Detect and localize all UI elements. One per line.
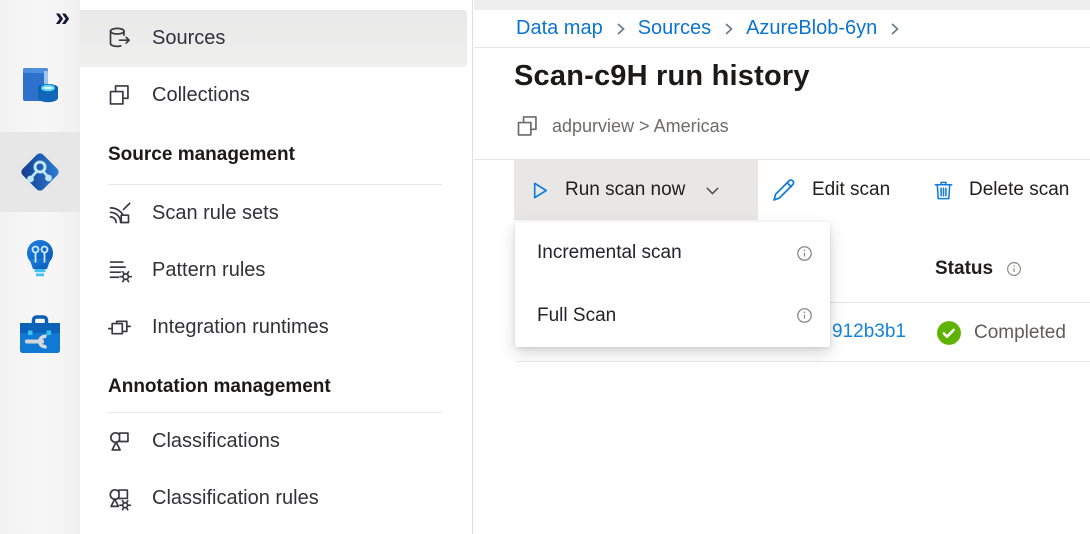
sidebar-item-pattern-rules[interactable]: Pattern rules bbox=[80, 242, 472, 299]
sidebar: Sources Collections Source management bbox=[80, 0, 473, 534]
breadcrumb-azureblob-6yn[interactable]: AzureBlob-6yn bbox=[746, 17, 877, 40]
run-scan-dropdown-menu: Incremental scan Full Scan bbox=[515, 222, 830, 347]
collection-path: adpurview > Americas bbox=[514, 112, 729, 140]
classifications-icon bbox=[105, 428, 133, 456]
page-title: Scan-c9H run history bbox=[514, 60, 810, 93]
menu-item-label: Incremental scan bbox=[537, 242, 682, 264]
status-column-header: Status bbox=[935, 258, 1023, 280]
chevron-right-icon bbox=[888, 19, 901, 39]
pencil-icon bbox=[770, 176, 798, 204]
data-map-icon bbox=[16, 148, 64, 196]
breadcrumb-sources[interactable]: Sources bbox=[638, 17, 711, 40]
sidebar-item-classifications[interactable]: Classifications bbox=[80, 413, 472, 470]
breadcrumb-data-map[interactable]: Data map bbox=[516, 17, 603, 40]
top-strip bbox=[474, 0, 1090, 10]
integration-runtimes-icon bbox=[105, 314, 133, 342]
sidebar-item-collections[interactable]: Collections bbox=[80, 67, 472, 124]
sidebar-item-sources[interactable]: Sources bbox=[80, 10, 467, 67]
run-status-label: Completed bbox=[974, 322, 1066, 344]
breadcrumb: Data map Sources AzureBlob-6yn bbox=[474, 10, 1090, 48]
info-icon[interactable] bbox=[795, 244, 814, 263]
management-icon bbox=[16, 313, 64, 361]
nav-data-catalog-button[interactable] bbox=[0, 46, 80, 126]
sidebar-item-label: Sources bbox=[152, 27, 225, 50]
insights-icon bbox=[16, 234, 64, 282]
collections-icon bbox=[105, 82, 133, 110]
sidebar-item-label: Collections bbox=[152, 84, 250, 107]
expand-rail-button[interactable]: » bbox=[55, 2, 68, 32]
classification-rules-icon bbox=[105, 485, 133, 513]
chevron-down-icon bbox=[702, 180, 723, 201]
sidebar-item-label: Classification rules bbox=[152, 487, 319, 510]
success-check-icon bbox=[936, 320, 962, 346]
delete-scan-label: Delete scan bbox=[969, 179, 1069, 201]
nav-management-button[interactable] bbox=[0, 297, 80, 377]
sidebar-item-classification-rules[interactable]: Classification rules bbox=[80, 470, 472, 527]
info-icon[interactable] bbox=[1005, 260, 1023, 278]
collections-icon bbox=[514, 113, 541, 140]
section-header-annotation-management: Annotation management bbox=[80, 374, 472, 400]
sidebar-item-label: Pattern rules bbox=[152, 259, 265, 282]
edit-scan-button[interactable]: Edit scan bbox=[770, 160, 890, 220]
edit-scan-label: Edit scan bbox=[812, 179, 890, 201]
sidebar-item-label: Scan rule sets bbox=[152, 202, 279, 225]
play-icon bbox=[528, 179, 551, 202]
sources-icon bbox=[105, 25, 133, 53]
sidebar-item-integration-runtimes[interactable]: Integration runtimes bbox=[80, 299, 472, 356]
nav-insights-button[interactable] bbox=[0, 218, 80, 298]
sidebar-item-label: Integration runtimes bbox=[152, 316, 329, 339]
nav-data-map-button[interactable] bbox=[0, 132, 80, 212]
run-scan-now-button[interactable]: Run scan now bbox=[514, 160, 758, 220]
sidebar-item-scan-rule-sets[interactable]: Scan rule sets bbox=[80, 185, 472, 242]
run-id-link[interactable]: 912b3b1 bbox=[832, 321, 906, 343]
collection-path-label: adpurview > Americas bbox=[552, 116, 729, 137]
delete-scan-button[interactable]: Delete scan bbox=[932, 160, 1069, 220]
left-rail: » bbox=[0, 0, 80, 534]
pattern-rules-icon bbox=[105, 257, 133, 285]
chevron-right-icon bbox=[722, 19, 735, 39]
data-catalog-icon bbox=[16, 62, 64, 110]
run-scan-now-label: Run scan now bbox=[565, 179, 685, 201]
section-header-source-management: Source management bbox=[80, 142, 472, 168]
info-icon[interactable] bbox=[795, 306, 814, 325]
main-content: Data map Sources AzureBlob-6yn Scan-c9H … bbox=[474, 0, 1090, 534]
command-bar: Run scan now Edit scan bbox=[474, 160, 1090, 220]
menu-item-incremental-scan[interactable]: Incremental scan bbox=[515, 222, 830, 285]
purview-app: » bbox=[0, 0, 1090, 534]
divider bbox=[516, 361, 1090, 362]
chevron-right-icon bbox=[614, 19, 627, 39]
sidebar-item-label: Classifications bbox=[152, 430, 280, 453]
menu-item-full-scan[interactable]: Full Scan bbox=[515, 285, 830, 348]
menu-item-label: Full Scan bbox=[537, 305, 616, 327]
scan-rule-sets-icon bbox=[105, 200, 133, 228]
status-header-label: Status bbox=[935, 258, 993, 280]
trash-icon bbox=[932, 179, 955, 202]
